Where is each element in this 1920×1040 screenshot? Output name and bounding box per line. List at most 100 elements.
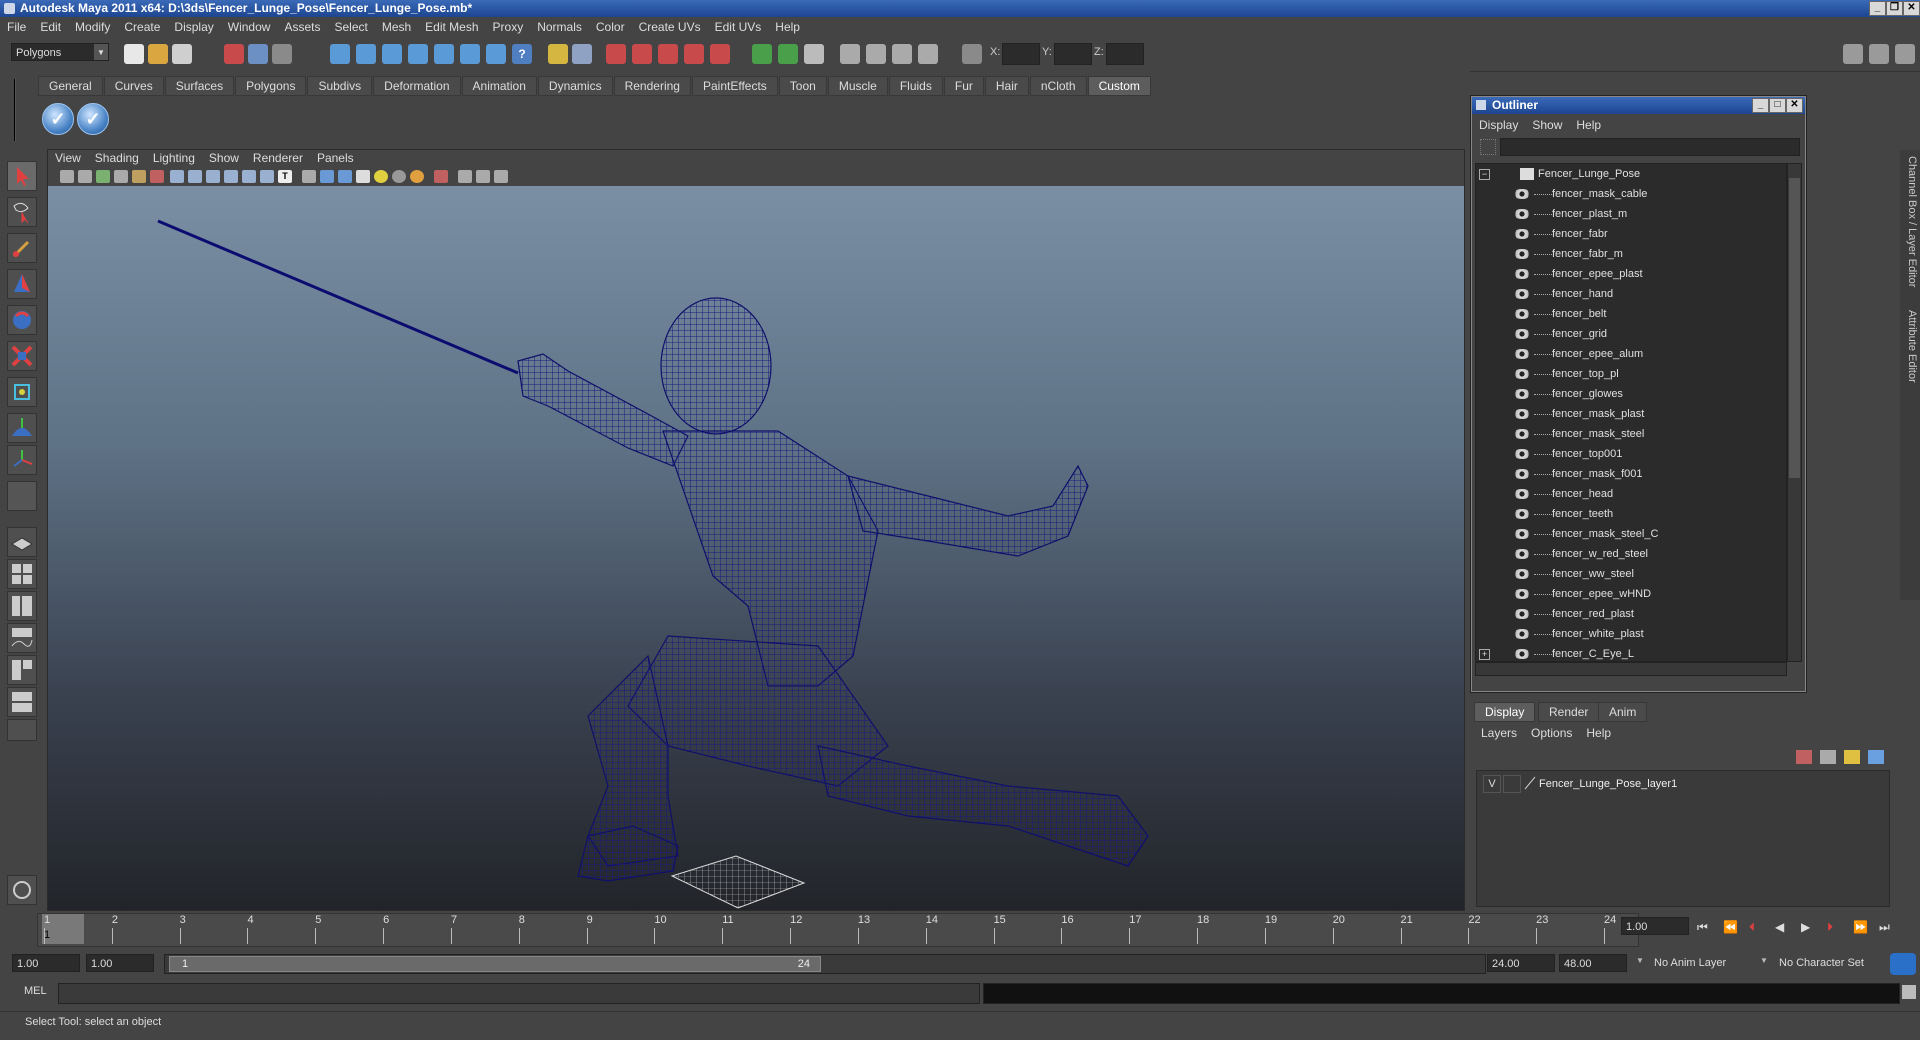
range-track[interactable]: 1 24 [164,954,1486,974]
play-forward-icon[interactable]: ▶ [1801,920,1810,934]
hypershade-icon[interactable] [684,44,704,64]
render-current-icon[interactable] [606,44,626,64]
last-tool-icon[interactable] [7,481,37,511]
outliner-item[interactable]: fencer_fabr [1476,224,1776,244]
motion-blur-icon[interactable] [410,170,424,183]
smooth-shade-icon[interactable] [188,170,202,183]
help-icon[interactable]: ? [512,44,532,64]
outliner-item[interactable]: fencer_mask_f001 [1476,464,1776,484]
layout-single-icon[interactable] [7,527,37,557]
viewport-menu-renderer[interactable]: Renderer [246,150,310,167]
layer-row[interactable]: V Fencer_Lunge_Pose_layer1 [1481,775,1881,793]
toggle-channel-icon[interactable] [1895,44,1915,64]
scrollbar-thumb[interactable] [1789,178,1800,478]
new-scene-icon[interactable] [124,44,144,64]
shelf-handle[interactable] [14,79,28,141]
absolute-transform-icon[interactable] [962,44,982,64]
layer-menu-help[interactable]: Help [1579,724,1618,742]
outliner-item[interactable]: fencer_mask_steel_C [1476,524,1776,544]
isolate-icon[interactable] [302,170,316,183]
share-icon[interactable] [494,170,508,183]
menu-create-uvs[interactable]: Create UVs [632,17,708,38]
anim-layer-selector[interactable]: No Anim Layer [1650,954,1755,972]
camera-select-icon[interactable] [60,170,74,183]
film-gate-icon[interactable] [150,170,164,183]
layout-outliner-icon[interactable] [7,591,37,621]
step-forward-icon[interactable]: ⏩ [1853,920,1868,934]
viewport-menu-shading[interactable]: Shading [88,150,146,167]
snap-surface-icon[interactable] [434,44,454,64]
open-scene-icon[interactable] [148,44,168,64]
scale-tool-icon[interactable] [7,341,37,371]
filter-icon[interactable] [1480,139,1496,155]
outliner-item[interactable]: fencer_hand [1476,284,1776,304]
outliner-item[interactable]: fencer_glowes [1476,384,1776,404]
menu-create[interactable]: Create [117,17,167,38]
layer-tab-anim[interactable]: Anim [1598,702,1648,722]
shelf-tab-hair[interactable]: Hair [984,76,1029,96]
outliner-item[interactable]: fencer_fabr_m [1476,244,1776,264]
shelf-tab-deformation[interactable]: Deformation [373,76,461,96]
menu-edit[interactable]: Edit [33,17,68,38]
channel-box-tab[interactable]: Channel Box / Layer Editor [1902,156,1918,287]
layout-four-icon[interactable] [7,559,37,589]
layer-display-type[interactable] [1503,775,1521,793]
snap-grid-icon[interactable] [330,44,350,64]
select-tool-icon[interactable] [7,161,37,191]
wireframe-icon[interactable] [170,170,184,183]
menu-edit-mesh[interactable]: Edit Mesh [418,17,485,38]
script-editor-icon[interactable] [1902,985,1916,999]
outliner-root-row[interactable]: − Fencer_Lunge_Pose [1476,164,1776,184]
snap-plane-icon[interactable] [408,44,428,64]
manipulator-tool-icon[interactable] [7,377,37,407]
soft-mod-tool-icon[interactable] [7,413,37,443]
outliner-item[interactable]: fencer_ww_steel [1476,564,1776,584]
shelf-tab-curves[interactable]: Curves [103,76,164,96]
perspective-viewport[interactable]: View Shading Lighting Show Renderer Panels T [47,149,1465,911]
play-backward-icon[interactable]: ◀ [1775,920,1784,934]
minimize-icon[interactable]: _ [1869,1,1886,16]
new-layer-icon[interactable] [1796,750,1812,764]
range-handle[interactable]: 1 24 [169,956,821,972]
step-forward-key-icon[interactable]: ⏵ [1827,920,1833,935]
ipr-render-icon[interactable] [632,44,652,64]
menu-proxy[interactable]: Proxy [486,17,531,38]
outliner-item[interactable]: fencer_C_Eye_L [1476,644,1776,661]
animation-start-field[interactable]: 1.00 [12,954,80,972]
resolution-gate-icon[interactable] [434,170,448,183]
shelf-tab-muscle[interactable]: Muscle [827,76,888,96]
checker-icon[interactable] [356,170,370,183]
layer-menu-options[interactable]: Options [1524,724,1579,742]
layer-color-icon[interactable] [1523,776,1537,790]
chevron-down-icon[interactable]: ▼ [1636,956,1644,965]
shelf-tab-ncloth[interactable]: nCloth [1029,76,1087,96]
close-icon[interactable]: ✕ [1786,98,1803,113]
outliner-menu-show[interactable]: Show [1525,116,1569,134]
textured-icon[interactable] [224,170,238,183]
xray-joints-icon[interactable] [338,170,352,183]
outliner-item[interactable]: fencer_teeth [1476,504,1776,524]
lights-icon[interactable] [242,170,256,183]
image-plane-icon[interactable] [114,170,128,183]
outliner-item[interactable]: fencer_white_plast [1476,624,1776,644]
time-ruler[interactable]: 1 1 2 3 4 5 6 7 8 9 10 11 12 13 14 15 16 17 18 19 20 21 22 23 2… [37,913,1639,947]
menu-set-selector[interactable]: Polygons ▼ [11,43,109,61]
snap-point-icon[interactable] [382,44,402,64]
viewport-menu-panels[interactable]: Panels [310,150,361,167]
outliner-item[interactable]: fencer_top_pl [1476,364,1776,384]
layout-persp-graph-icon[interactable] [7,687,37,717]
go-to-end-icon[interactable]: ⏭ [1879,920,1890,935]
z-field[interactable] [1106,43,1144,65]
menu-normals[interactable]: Normals [530,17,589,38]
viewport-canvas[interactable] [48,186,1464,910]
command-input[interactable] [58,983,980,1004]
axis-tool-icon[interactable] [7,445,37,475]
close-icon[interactable]: ✕ [1903,1,1920,16]
shelf-tab-polygons[interactable]: Polygons [235,76,307,96]
rotate-tool-icon[interactable] [7,305,37,335]
ambient-occlusion-icon[interactable] [392,170,406,183]
playback-start-field[interactable]: 1.00 [86,954,154,972]
shelf-tab-dynamics[interactable]: Dynamics [537,76,613,96]
shelf-tab-toon[interactable]: Toon [778,76,827,96]
outliner-item[interactable]: fencer_epee_alum [1476,344,1776,364]
